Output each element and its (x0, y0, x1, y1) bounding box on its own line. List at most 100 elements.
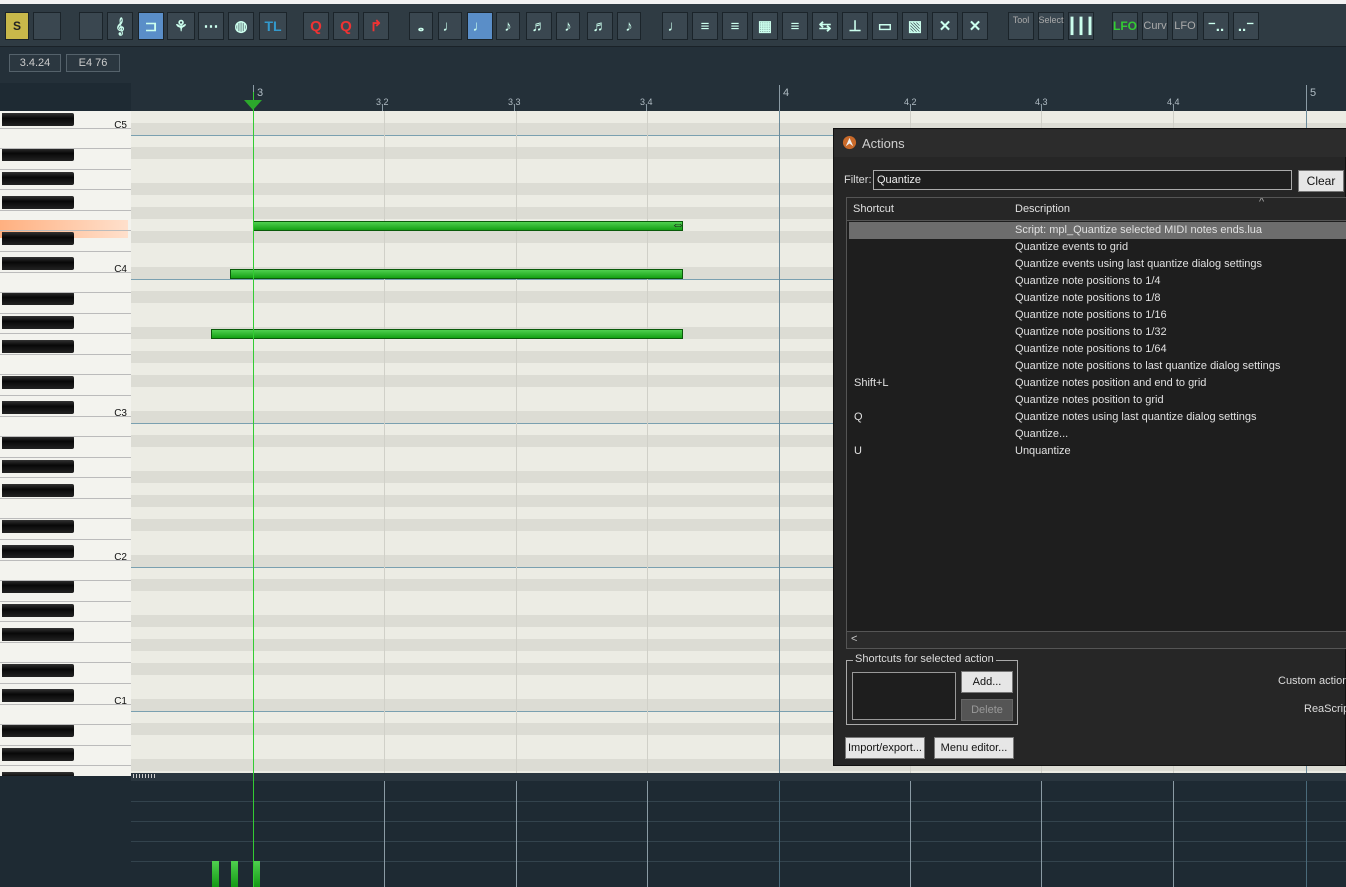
black-key[interactable] (2, 401, 74, 414)
toolbar-q2-button[interactable]: Q (333, 12, 359, 40)
toolbar-m1-button[interactable]: ⁻.. (1203, 12, 1229, 40)
black-key[interactable] (2, 604, 74, 617)
scroll-left-icon[interactable]: < (851, 633, 857, 645)
black-key[interactable] (2, 172, 74, 185)
toolbar-g9-button[interactable]: ▧ (902, 12, 928, 40)
black-key[interactable] (2, 376, 74, 389)
toolbar-notation-button[interactable]: 𝄞 (107, 12, 133, 40)
toolbar-n2-button[interactable]: ♩ (438, 12, 462, 40)
action-row[interactable]: Quantize... (849, 426, 1346, 443)
black-key[interactable] (2, 460, 74, 473)
toolbar-loop-button[interactable]: ⊐ (138, 12, 164, 40)
description-column-header[interactable]: Description (1015, 203, 1070, 215)
toolbar-g4-button[interactable]: ▦ (752, 12, 778, 40)
black-key[interactable] (2, 748, 74, 761)
toolbar-redo-button[interactable]: ↱ (363, 12, 389, 40)
toolbar-n3-button[interactable]: ♩ (467, 12, 493, 40)
velocity-bar[interactable] (231, 861, 238, 887)
playhead-marker-icon[interactable] (244, 100, 262, 110)
toolbar-g8-button[interactable]: ▭ (872, 12, 898, 40)
toolbar-n1-button[interactable]: 𝅝 (409, 12, 433, 40)
toolbar-g6-button[interactable]: ⇆ (812, 12, 838, 40)
filter-input[interactable] (873, 170, 1292, 190)
black-key[interactable] (2, 232, 74, 245)
add-shortcut-button[interactable]: Add... (961, 671, 1013, 693)
black-key[interactable] (2, 113, 74, 126)
action-row[interactable]: Shift+L Quantize notes position and end t… (849, 375, 1346, 392)
toolbar-lfo2-button[interactable]: LFO (1172, 12, 1198, 40)
playhead[interactable] (253, 92, 254, 887)
toolbar-tl-button[interactable]: TL (259, 12, 287, 40)
velocity-bar[interactable] (212, 861, 219, 887)
toolbar-graph-button[interactable]: ⋯ (198, 12, 224, 40)
toolbar-n4-button[interactable]: ♪ (496, 12, 520, 40)
action-row[interactable]: Script: mpl_Quantize selected MIDI notes… (849, 222, 1346, 239)
action-row[interactable]: Quantize note positions to 1/32 (849, 324, 1346, 341)
black-key[interactable] (2, 436, 74, 449)
toolbar-g1-button[interactable]: ♩ (662, 12, 688, 40)
black-key[interactable] (2, 340, 74, 353)
lane-splitter[interactable] (131, 773, 1346, 781)
clear-button[interactable]: Clear (1298, 170, 1344, 192)
velocity-bar[interactable] (253, 861, 260, 887)
menu-editor-button[interactable]: Menu editor... (934, 737, 1014, 759)
midi-note[interactable] (211, 329, 683, 339)
import-export-button[interactable]: Import/export... (845, 737, 925, 759)
black-key[interactable] (2, 724, 74, 737)
black-key[interactable] (2, 689, 74, 702)
actions-titlebar[interactable]: Actions (834, 129, 1346, 157)
toolbar-select-button[interactable]: Select (1038, 12, 1064, 40)
black-key[interactable] (2, 257, 74, 270)
toolbar-g11-button[interactable]: ✕ (962, 12, 988, 40)
reascript-label[interactable]: ReaScrip (1304, 703, 1346, 715)
toolbar-curv-button[interactable]: Curv (1142, 12, 1168, 40)
action-row[interactable]: Quantize events using last quantize dial… (849, 256, 1346, 273)
toolbar-mixer-button[interactable]: ┃┃┃ (1067, 12, 1095, 40)
toolbar-m2-button[interactable]: ..⁻ (1233, 12, 1259, 40)
midi-note[interactable] (253, 221, 683, 231)
toolbar-n8-button[interactable]: ♪ (617, 12, 641, 40)
action-row[interactable]: Quantize note positions to 1/16 (849, 307, 1346, 324)
toolbar-g10-button[interactable]: ✕ (932, 12, 958, 40)
black-key[interactable] (2, 316, 74, 329)
toolbar-list-button[interactable] (79, 12, 103, 40)
black-key[interactable] (2, 628, 74, 641)
black-key[interactable] (2, 664, 74, 677)
action-row[interactable]: Quantize note positions to 1/64 (849, 341, 1346, 358)
toolbar-q1-button[interactable]: Q (303, 12, 329, 40)
black-key[interactable] (2, 196, 74, 209)
actions-list[interactable]: Shortcut Description ^ Script: mpl_Quant… (846, 197, 1346, 649)
black-key[interactable] (2, 545, 74, 558)
toolbar-g5-button[interactable]: ≡ (782, 12, 808, 40)
black-key[interactable] (2, 292, 74, 305)
toolbar-n5-button[interactable]: ♬ (526, 12, 552, 40)
action-row[interactable]: Quantize note positions to last quantize… (849, 358, 1346, 375)
action-row[interactable]: Quantize note positions to 1/8 (849, 290, 1346, 307)
toolbar-n6-button[interactable]: ♪ (556, 12, 580, 40)
shortcut-column-header[interactable]: Shortcut (853, 203, 894, 215)
black-key[interactable] (2, 148, 74, 161)
toolbar-tool-button[interactable]: Tool (1008, 12, 1034, 40)
action-row[interactable]: Quantize note positions to 1/4 (849, 273, 1346, 290)
action-row[interactable]: Quantize notes position to grid (849, 392, 1346, 409)
action-row[interactable]: U Unquantize (849, 443, 1346, 460)
velocity-lane[interactable] (131, 781, 1346, 887)
custom-action-label[interactable]: Custom action (1278, 675, 1346, 687)
horizontal-scrollbar[interactable]: < (847, 631, 1346, 648)
toolbar-g2-button[interactable]: ≡ (692, 12, 718, 40)
timeline-ruler[interactable]: 3 3.2 3.3 3.4 4 4.2 4.3 4.4 5 (131, 83, 1346, 111)
toolbar-snap-button[interactable]: S (5, 12, 29, 40)
black-key[interactable] (2, 520, 74, 533)
black-key[interactable] (2, 484, 74, 497)
piano-keyboard[interactable]: C5 C4 C3 C2 C1 (0, 111, 132, 776)
black-key[interactable] (2, 580, 74, 593)
toolbar-dancers-button[interactable]: ⚘ (167, 12, 195, 40)
shortcuts-listbox[interactable] (852, 672, 956, 720)
toolbar-g7-button[interactable]: ⊥ (842, 12, 868, 40)
action-row[interactable]: Quantize events to grid (849, 239, 1346, 256)
toolbar-n7-button[interactable]: ♬ (587, 12, 613, 40)
delete-shortcut-button[interactable]: Delete (961, 699, 1013, 721)
toolbar-piano-button[interactable] (33, 12, 61, 40)
toolbar-g3-button[interactable]: ≡ (722, 12, 748, 40)
toolbar-drum-button[interactable]: ◍ (228, 12, 254, 40)
